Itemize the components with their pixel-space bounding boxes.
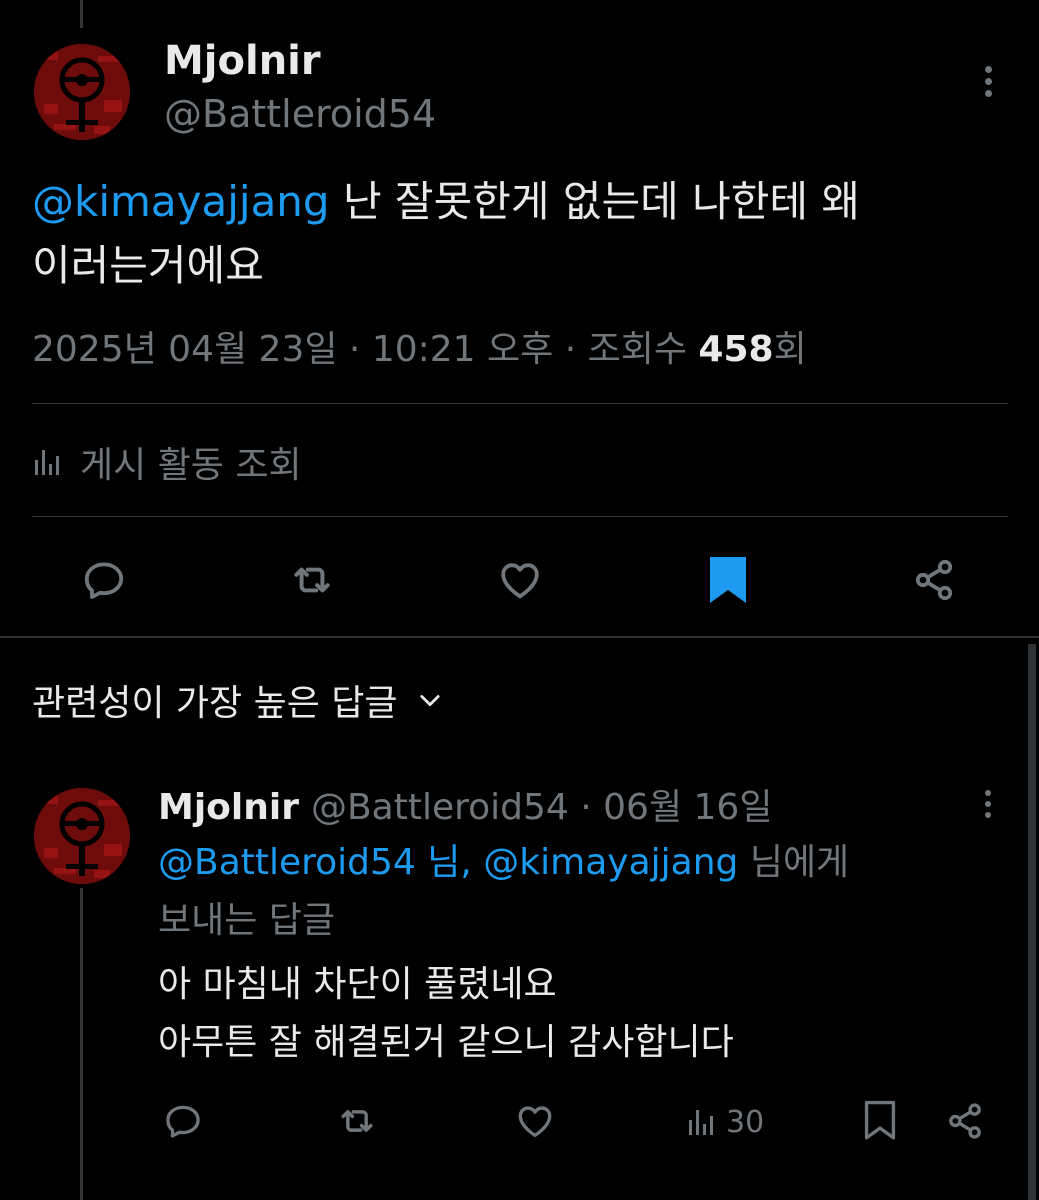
reply-to-suffix: 님에게 (738, 842, 850, 883)
reply-to-mentions[interactable]: @Battleroid54 님, @kimayajjang (158, 842, 738, 883)
reply-thread-line (80, 888, 83, 1200)
tweet-text: @kimayajjang 난 잘못한게 없는데 나한테 왜 이러는거에요 (32, 170, 1012, 298)
views-label: 조회수 (587, 329, 699, 370)
tweet-date[interactable]: 2025년 04월 23일 (32, 329, 337, 370)
author-handle[interactable]: @Battleroid54 (164, 92, 436, 136)
chevron-down-icon (419, 695, 440, 707)
bar-chart-icon (689, 1110, 713, 1135)
views-count: 458 (698, 329, 774, 370)
reply-author-name[interactable]: Mjolnir (158, 787, 299, 828)
reply-avatar[interactable] (34, 788, 130, 884)
reply-to-line2: 보내는 답글 (158, 900, 336, 941)
bookmark-icon[interactable] (858, 1098, 902, 1144)
reply-text: 아 마침내 차단이 풀렸네요 아무튼 잘 해결된거 같으니 감사합니다 (158, 956, 998, 1072)
reply-views[interactable]: 30 (686, 1100, 764, 1144)
share-icon[interactable] (908, 554, 960, 606)
scrollbar[interactable] (1028, 644, 1036, 1200)
avatar[interactable] (34, 44, 130, 140)
thread-line-top (80, 0, 83, 28)
reply-bubble-icon[interactable] (78, 554, 130, 606)
retweet-icon[interactable] (286, 554, 338, 606)
reply-handle-date[interactable]: @Battleroid54 · 06월 16일 (311, 778, 772, 830)
tweet-time[interactable]: 10:21 오후 (372, 329, 553, 370)
views-suffix: 회 (773, 329, 807, 370)
reply-views-count: 30 (726, 1104, 765, 1140)
divider (32, 516, 1008, 517)
divider (32, 403, 1008, 404)
heart-icon[interactable] (512, 1098, 558, 1144)
reply-text-line2: 아무튼 잘 해결된거 같으니 감사합니다 (158, 1022, 734, 1063)
retweet-icon[interactable] (334, 1098, 380, 1144)
meta-separator: · (337, 329, 372, 370)
author-name[interactable]: Mjolnir (164, 38, 321, 84)
reply-header: Mjolnir @Battleroid54 · 06월 16일 (158, 778, 772, 830)
tweet-text-line2: 이러는거에요 (32, 241, 264, 290)
reply-bubble-icon[interactable] (160, 1098, 206, 1144)
mention-link[interactable]: @kimayajjang (32, 177, 330, 226)
tweet-text-line1: 난 잘못한게 없는데 나한테 왜 (329, 177, 861, 226)
reply-sort-dropdown[interactable]: 관련성이 가장 높은 답글 (32, 672, 444, 728)
post-activity-label: 게시 활동 조회 (80, 445, 302, 486)
bar-chart-icon (35, 450, 59, 475)
more-vertical-icon[interactable] (982, 790, 994, 823)
share-icon[interactable] (942, 1098, 988, 1144)
more-vertical-icon[interactable] (982, 66, 994, 102)
heart-icon[interactable] (494, 554, 546, 606)
tweet-meta: 2025년 04월 23일 · 10:21 오후 · 조회수 458회 (32, 320, 807, 372)
bookmark-icon[interactable] (702, 552, 754, 608)
meta-separator: · (553, 329, 588, 370)
reply-text-line1: 아 마침내 차단이 풀렸네요 (158, 964, 557, 1005)
replying-to: @Battleroid54 님, @kimayajjang 님에게 보내는 답글 (158, 834, 958, 950)
reply-sort-label: 관련성이 가장 높은 답글 (32, 683, 398, 724)
post-activity-link[interactable]: 게시 활동 조회 (32, 436, 302, 488)
section-divider (0, 636, 1039, 638)
